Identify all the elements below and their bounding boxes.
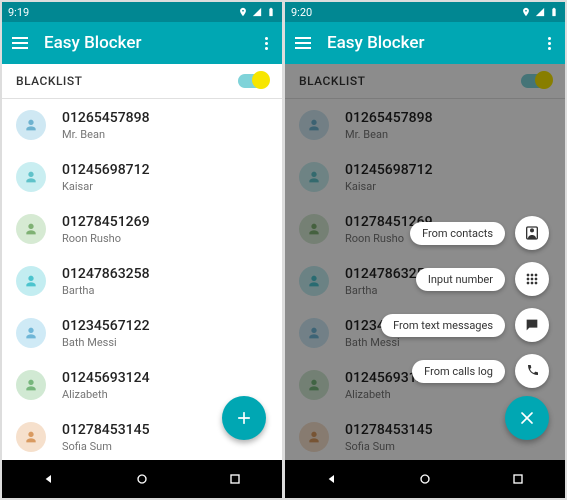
list-item[interactable]: 01234567122 Bath Messi bbox=[2, 307, 282, 359]
signal-icon bbox=[252, 7, 262, 17]
menu-icon[interactable] bbox=[295, 37, 311, 49]
contact-name: Kaisar bbox=[62, 180, 150, 193]
contact-text: 01278453145 Sofia Sum bbox=[62, 422, 150, 453]
contact-text: 01245698712 Kaisar bbox=[62, 162, 150, 193]
menu-icon[interactable] bbox=[12, 37, 28, 49]
avatar-icon bbox=[16, 110, 46, 140]
contact-name: Mr. Bean bbox=[62, 128, 150, 141]
app-title: Easy Blocker bbox=[327, 33, 544, 53]
contact-icon[interactable] bbox=[515, 216, 549, 250]
contact-name: Roon Rusho bbox=[62, 232, 150, 245]
speed-dial-menu: From contacts Input number From text messa… bbox=[381, 216, 549, 388]
list-item[interactable]: 01245698712 Kaisar bbox=[2, 151, 282, 203]
contact-number: 01234567122 bbox=[62, 318, 150, 334]
status-bar: 9:20 bbox=[285, 2, 565, 22]
contact-text: 01278451269 Roon Rusho bbox=[62, 214, 150, 245]
avatar-icon bbox=[16, 266, 46, 296]
speed-dial-label: From calls log bbox=[412, 360, 505, 383]
fab-add[interactable] bbox=[222, 396, 266, 440]
avatar-icon bbox=[16, 318, 46, 348]
plus-icon bbox=[234, 408, 254, 428]
nav-home-icon[interactable] bbox=[134, 471, 150, 487]
speed-dial-item[interactable]: From text messages bbox=[381, 308, 549, 342]
nav-bar bbox=[285, 460, 565, 498]
avatar-icon bbox=[16, 162, 46, 192]
more-icon[interactable] bbox=[261, 33, 272, 54]
speed-dial-item[interactable]: Input number bbox=[416, 262, 549, 296]
fab-close[interactable] bbox=[505, 396, 549, 440]
nav-back-icon[interactable] bbox=[324, 471, 340, 487]
contact-number: 01245693124 bbox=[62, 370, 150, 386]
nav-home-icon[interactable] bbox=[417, 471, 433, 487]
status-icons bbox=[521, 7, 559, 17]
app-bar: Easy Blocker bbox=[2, 22, 282, 64]
signal-icon bbox=[535, 7, 545, 17]
contact-number: 01245698712 bbox=[62, 162, 150, 178]
speed-dial-item[interactable]: From contacts bbox=[410, 216, 549, 250]
status-time: 9:20 bbox=[291, 6, 312, 19]
close-icon bbox=[517, 408, 537, 428]
contact-text: 01234567122 Bath Messi bbox=[62, 318, 150, 349]
location-icon bbox=[521, 7, 531, 17]
section-label: BLACKLIST bbox=[16, 74, 82, 88]
speed-dial-label: From text messages bbox=[381, 314, 505, 337]
contact-number: 01278453145 bbox=[62, 422, 150, 438]
nav-bar bbox=[2, 460, 282, 498]
speed-dial-label: From contacts bbox=[410, 222, 505, 245]
avatar-icon bbox=[16, 214, 46, 244]
blacklist-toggle[interactable] bbox=[238, 74, 268, 88]
dialpad-icon[interactable] bbox=[515, 262, 549, 296]
location-icon bbox=[238, 7, 248, 17]
contact-number: 01265457898 bbox=[62, 110, 150, 126]
speed-dial-label: Input number bbox=[416, 268, 505, 291]
call-icon[interactable] bbox=[515, 354, 549, 388]
list-item[interactable]: 01247863258 Bartha bbox=[2, 255, 282, 307]
app-title: Easy Blocker bbox=[44, 33, 261, 53]
contact-number: 01247863258 bbox=[62, 266, 150, 282]
app-bar: Easy Blocker bbox=[285, 22, 565, 64]
phone-screen-left: 9:19 Easy Blocker BLACKLIST 01265457898 M… bbox=[2, 2, 282, 498]
contact-name: Bartha bbox=[62, 284, 150, 297]
nav-recent-icon[interactable] bbox=[227, 471, 243, 487]
nav-back-icon[interactable] bbox=[41, 471, 57, 487]
contact-text: 01265457898 Mr. Bean bbox=[62, 110, 150, 141]
contact-text: 01245693124 Alizabeth bbox=[62, 370, 150, 401]
phone-screen-right: 9:20 Easy Blocker BLACKLIST 01265457898M… bbox=[285, 2, 565, 498]
list-item[interactable]: 01265457898 Mr. Bean bbox=[2, 99, 282, 151]
section-header: BLACKLIST bbox=[2, 64, 282, 98]
contact-name: Sofia Sum bbox=[62, 440, 150, 453]
nav-recent-icon[interactable] bbox=[510, 471, 526, 487]
more-icon[interactable] bbox=[544, 33, 555, 54]
avatar-icon bbox=[16, 370, 46, 400]
avatar-icon bbox=[16, 422, 46, 452]
speed-dial-item[interactable]: From calls log bbox=[412, 354, 549, 388]
status-time: 9:19 bbox=[8, 6, 29, 19]
contact-number: 01278451269 bbox=[62, 214, 150, 230]
battery-icon bbox=[549, 7, 559, 17]
contact-text: 01247863258 Bartha bbox=[62, 266, 150, 297]
list-item[interactable]: 01278451269 Roon Rusho bbox=[2, 203, 282, 255]
contact-name: Alizabeth bbox=[62, 388, 150, 401]
status-bar: 9:19 bbox=[2, 2, 282, 22]
battery-icon bbox=[266, 7, 276, 17]
message-icon[interactable] bbox=[515, 308, 549, 342]
status-icons bbox=[238, 7, 276, 17]
contact-name: Bath Messi bbox=[62, 336, 150, 349]
